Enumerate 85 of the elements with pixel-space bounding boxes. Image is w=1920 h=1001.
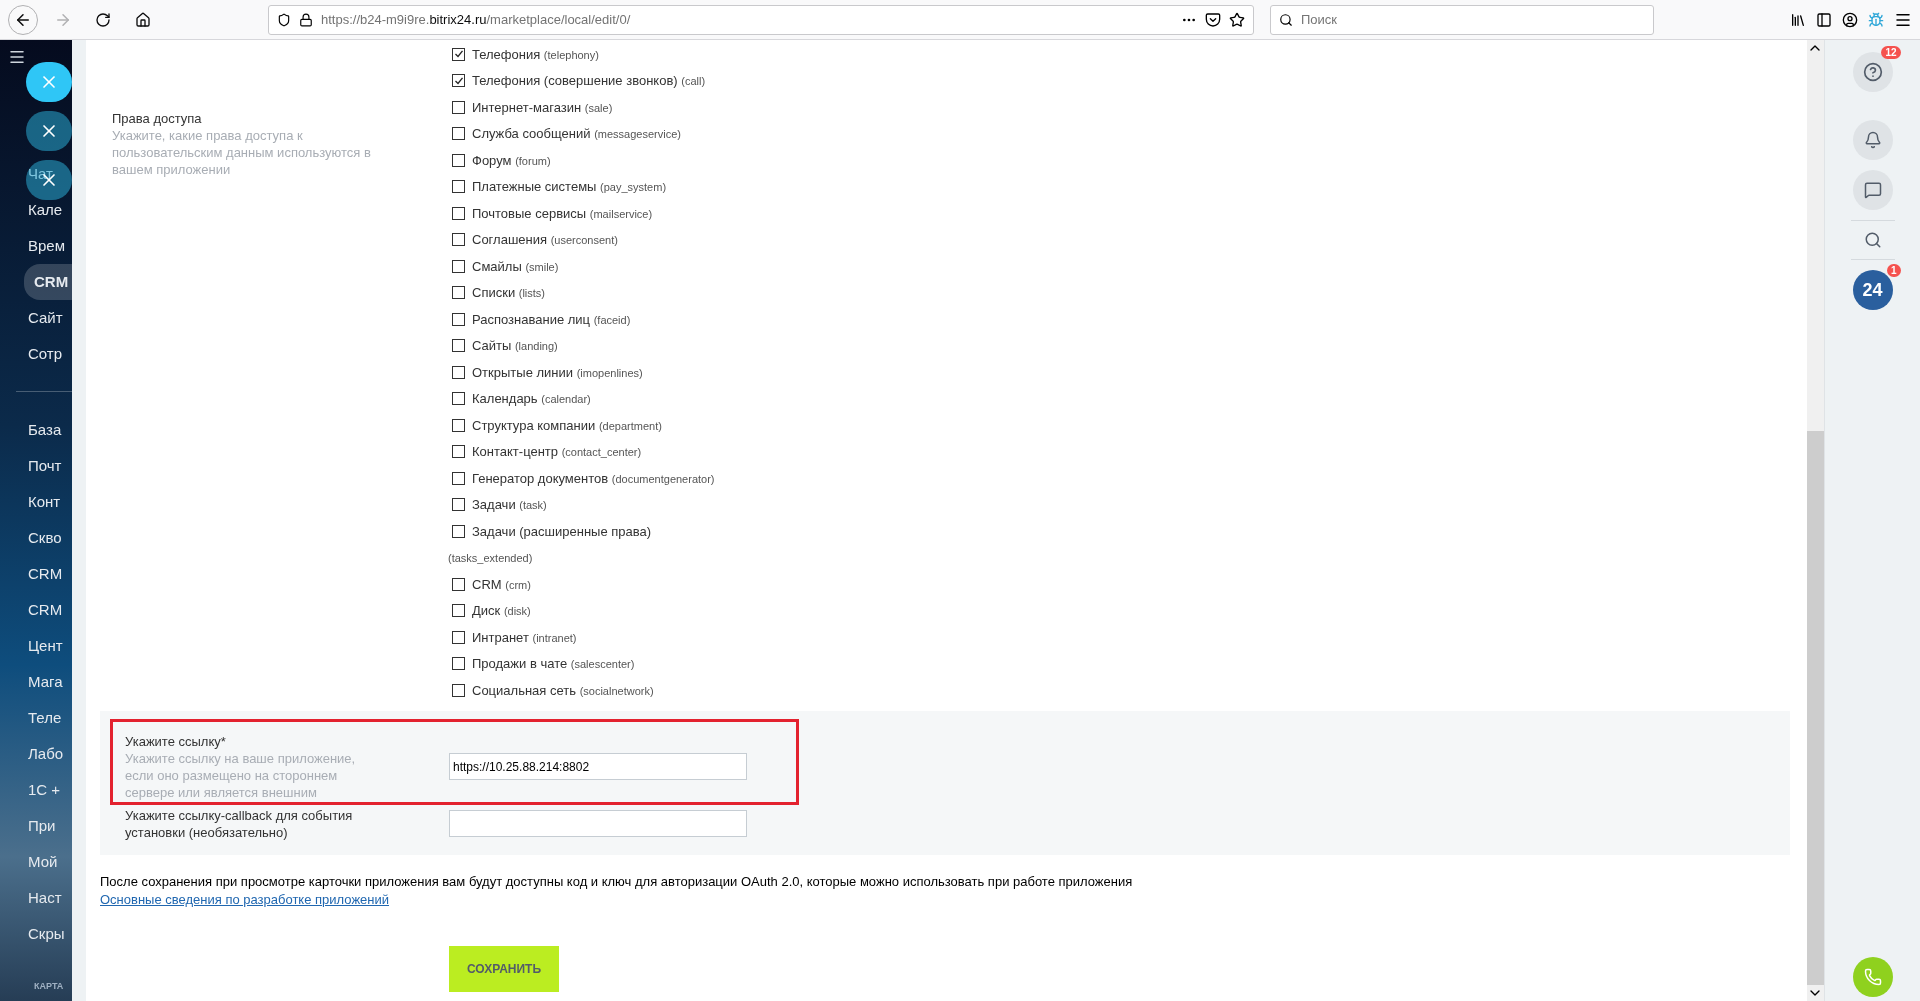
scope-checkbox-row[interactable]: Календарь (calendar) [452, 385, 1806, 412]
sidebar-item[interactable]: Цент [0, 628, 72, 664]
scope-label: Задачи (task) [472, 497, 547, 513]
field-label: Укажите ссылку* [125, 732, 227, 750]
sidebar-item[interactable]: Скры [0, 916, 72, 952]
scope-checkbox-row[interactable]: Генератор документов (documentgenerator) [452, 465, 1806, 492]
search-input[interactable]: Поиск [1299, 11, 1645, 28]
url-text: https://b24-m9i9re.bitrix24.ru/marketplace/local/edit/0/ [321, 12, 632, 27]
sidebar-item[interactable]: Сайт [0, 300, 72, 336]
docs-link[interactable]: Основные сведения по разработке приложений [100, 891, 389, 907]
scope-checkbox-row[interactable]: Сайты (landing) [452, 332, 1806, 359]
scope-label: Телефония (совершение звонков) (call) [472, 73, 706, 89]
scope-label: Календарь (calendar) [472, 391, 591, 407]
address-bar[interactable]: https://b24-m9i9re.bitrix24.ru/marketplace/local/edit/0/ [268, 4, 1254, 35]
scope-label: Социальная сеть (socialnetwork) [472, 682, 654, 698]
scope-label: Диск (disk) [472, 603, 531, 619]
sidebar-item[interactable]: CRM [0, 592, 72, 628]
scope-checkbox-row[interactable]: Смайлы (smile) [452, 253, 1806, 280]
notification-badge: 12 [1881, 46, 1901, 59]
sidebar-item[interactable]: Скво [0, 520, 72, 556]
scope-checkbox-row[interactable]: Структура компании (department) [452, 412, 1806, 439]
scope-label: Генератор документов (documentgenerator) [472, 470, 715, 486]
sidebar-item[interactable]: CRM [24, 264, 72, 300]
scope-label: Соглашения (userconsent) [472, 232, 618, 248]
scope-checkbox-row[interactable]: Контакт-центр (contact_center) [452, 438, 1806, 465]
scope-label: Служба сообщений (messageservice) [472, 126, 681, 142]
sidebar-footer-text: КАРТА [33, 981, 65, 991]
sidebar-item[interactable]: Сотр [0, 336, 72, 372]
section-title: Права доступа [112, 110, 203, 127]
info-text: После сохранения при просмотре карточки приложения вам будут доступны код и ключ для авторизации OAuth 2.0, которые можно использовать при работе приложения [100, 872, 1134, 890]
sidebar-item[interactable]: Мой [0, 844, 72, 880]
scope-checkbox-row[interactable]: Служба сообщений (messageservice) [452, 120, 1806, 147]
scope-label: Телефония (telephony) [472, 46, 599, 62]
scope-label: Сайты (landing) [472, 338, 558, 354]
notification-badge: 1 [1886, 264, 1901, 277]
url-input-field[interactable]: https://10.25.88.214:8802 [449, 753, 747, 780]
sidebar-item[interactable]: Врем [0, 228, 72, 264]
scope-label: Распознавание лиц (faceid) [472, 311, 631, 327]
scope-checkbox-row[interactable]: CRM (crm) [452, 571, 1806, 598]
section-hint: Укажите, какие права доступа к пользовательским данным используются в вашем приложении [112, 127, 372, 178]
scope-checkbox-row[interactable]: Почтовые сервисы (mailservice) [452, 200, 1806, 227]
save-button[interactable]: СОХРАНИТЬ [449, 945, 559, 992]
scope-checkbox-row[interactable]: Социальная сеть (socialnetwork) [452, 677, 1806, 704]
sidebar-item[interactable]: CRM [0, 556, 72, 592]
scope-label: Почтовые сервисы (mailservice) [472, 205, 653, 221]
scope-label: Платежные системы (pay_system) [472, 179, 667, 195]
sidebar-item[interactable]: При [0, 808, 72, 844]
scope-label: Интернет-магазин (sale) [472, 99, 613, 115]
sidebar-item[interactable]: Кале [0, 192, 72, 228]
scope-label: Списки (lists) [472, 285, 546, 301]
scope-label: Задачи (расширенные права) [472, 523, 652, 539]
sidebar-item[interactable]: 1С + [0, 772, 72, 808]
scope-label: Смайлы (smile) [472, 258, 559, 274]
scope-label: Продажи в чате (salescenter) [472, 656, 635, 672]
scope-label: Открытые линии (imopenlines) [472, 364, 643, 380]
sidebar-item[interactable]: Теле [0, 700, 72, 736]
scope-checkbox-row[interactable]: Соглашения (userconsent) [452, 226, 1806, 253]
sidebar-item[interactable]: Лабо [0, 736, 72, 772]
scope-label: Контакт-центр (contact_center) [472, 444, 642, 460]
scope-checkbox-row[interactable]: Открытые линии (imopenlines) [452, 359, 1806, 386]
scope-checkbox-row[interactable]: Списки (lists) [452, 279, 1806, 306]
sidebar-item[interactable]: Наст [0, 880, 72, 916]
sidebar-item[interactable]: Мага [0, 664, 72, 700]
scope-checkbox-row[interactable]: Продажи в чате (salescenter) [452, 650, 1806, 677]
sidebar-item[interactable]: База [0, 412, 72, 448]
field-label: Укажите ссылку-callback для события установки (необязательно) [125, 806, 354, 841]
scope-checkbox-row[interactable]: Задачи (расширенные права) [452, 518, 1806, 545]
search-field[interactable]: Поиск [1270, 4, 1654, 35]
scope-checkbox-row[interactable]: Диск (disk) [452, 597, 1806, 624]
scope-checkbox-row[interactable]: Телефония (telephony) [452, 41, 1806, 68]
sidebar-item[interactable]: Почт [0, 448, 72, 484]
field-hint: Укажите ссылку на ваше приложение, если оно размещено на стороннем сервере или является внешним [125, 749, 357, 801]
scope-checkbox-row[interactable]: Интернет-магазин (sale) [452, 94, 1806, 121]
scope-label: CRM (crm) [472, 576, 531, 592]
scope-code: (tasks_extended) [448, 550, 534, 566]
scope-checkbox-row[interactable]: Форум (forum) [452, 147, 1806, 174]
scope-label: Форум (forum) [472, 152, 551, 168]
scope-label: Структура компании (department) [472, 417, 662, 433]
scope-checkbox-row[interactable]: Распознавание лиц (faceid) [452, 306, 1806, 333]
scope-label: Интранет (intranet) [472, 629, 577, 645]
scope-checkbox-row[interactable]: Телефония (совершение звонков) (call) [452, 67, 1806, 94]
scope-checkbox-row[interactable]: Платежные системы (pay_system) [452, 173, 1806, 200]
scope-checkbox-row[interactable]: Интранет (intranet) [452, 624, 1806, 651]
scope-checkbox-row[interactable]: Задачи (task) [452, 491, 1806, 518]
sidebar-item[interactable]: Конт [0, 484, 72, 520]
